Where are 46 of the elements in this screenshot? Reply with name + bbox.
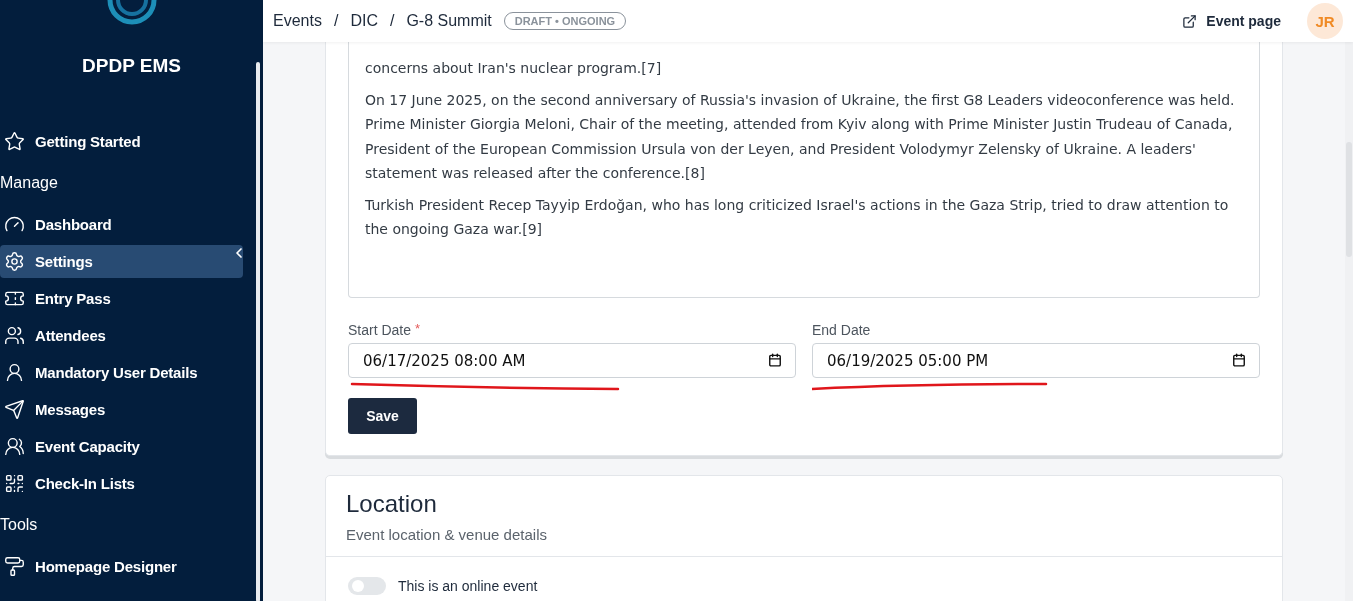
star-icon (4, 131, 25, 152)
sidebar-item[interactable]: Event Capacity (0, 430, 243, 463)
sidebar-item[interactable]: Messages (0, 393, 243, 426)
toggle-label: This is an online event (398, 578, 538, 594)
save-button[interactable]: Save (348, 398, 417, 434)
sidebar-item[interactable]: Check-In Lists (0, 467, 243, 500)
calendar-icon[interactable] (1232, 353, 1246, 367)
app-name: DPDP EMS (81, 55, 182, 77)
breadcrumb-link[interactable]: DIC (350, 12, 378, 30)
date-input[interactable]: 06/19/2025 05:00 PM (812, 343, 1260, 378)
description-paragraph: Turkish President Recep Tayyip Erdoğan, who has long criticized Israel's actions in the Gaza Strip, tried to draw attention to the ongoing Gaza war.[9] (365, 195, 1230, 239)
scrollbar[interactable] (1345, 42, 1353, 601)
section-title: Location (346, 490, 438, 518)
send-icon (4, 399, 25, 420)
description-paragraph: concerns about Iran's nuclear program.[7] (365, 59, 663, 78)
sidebar-item[interactable]: Mandatory User Details (0, 356, 243, 389)
required-asterisk: * (415, 322, 421, 336)
sidebar-item[interactable]: Entry Pass (0, 282, 243, 315)
sidebar-section-title: Tools (0, 515, 39, 535)
sidebar-item[interactable]: Getting Started (0, 125, 243, 158)
section-subtitle: Event location & venue details (346, 526, 548, 543)
breadcrumb-separator: / (389, 12, 395, 30)
sidebar-item[interactable]: Homepage Designer (0, 550, 243, 583)
calendar-icon[interactable] (768, 353, 782, 367)
sidebar-item[interactable]: Settings (0, 245, 243, 278)
date-input[interactable]: 06/17/2025 08:00 AM (348, 343, 796, 378)
breadcrumb-separator: / (333, 12, 339, 30)
scrollbar[interactable] (256, 62, 260, 601)
breadcrumb-link[interactable]: Events (273, 12, 322, 30)
user-icon (4, 362, 25, 383)
users-icon (4, 325, 25, 346)
qr-code-icon (4, 473, 25, 494)
description-paragraph: On 17 June 2025, on the second anniversary of Russia's invasion of Ukraine, the first G8 Leaders videoconference was held. Prime Minister Giorgia Meloni, Chair of the meeting, attended from Kyiv along with Prime Minister Justin Trudeau of Canada, President of the European Commission Ursula von der Leyen, and President Volodymyr Zelensky of Ukraine. A leaders' statement was released after the conference.[8] (365, 90, 1236, 183)
event-page-link[interactable]: Event page (1182, 13, 1281, 29)
breadcrumb-link[interactable]: G-8 Summit (406, 12, 492, 30)
paint-roller-icon (4, 556, 25, 577)
description-editor[interactable] (348, 42, 1260, 298)
gear-icon (4, 251, 25, 272)
sidebar-section-title: Manage (0, 173, 59, 193)
external-link-icon (1182, 13, 1198, 29)
field-label: Start Date (348, 322, 412, 338)
sidebar-item[interactable]: Dashboard (0, 208, 243, 241)
sidebar-item[interactable]: Attendees (0, 319, 243, 352)
online-event-toggle[interactable] (348, 577, 386, 595)
users-icon (4, 436, 25, 457)
field-label: End Date (812, 322, 871, 338)
